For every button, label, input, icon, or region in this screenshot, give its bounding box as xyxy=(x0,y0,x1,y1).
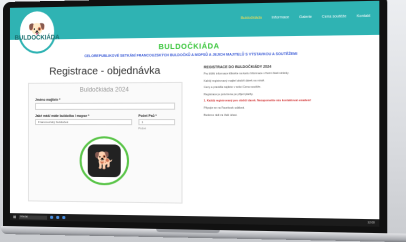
laptop-frame: 🐶 BULDOČKIÁDA Buldočkiáda Informace Gale… xyxy=(1,0,406,242)
breed-select[interactable]: Francouzský buldoček xyxy=(35,119,133,126)
logo-text: BULDOČKIÁDA xyxy=(14,35,60,42)
breed-label: Jaké máš/ máte buldočka / mopse * xyxy=(35,113,90,118)
os-taskbar: ⊞ Hledat 12:00 xyxy=(9,213,380,227)
page-title: Registrace - objednávka xyxy=(49,65,161,78)
registration-form: Buldočkiáda 2024 Jméno majitele * Jaké m… xyxy=(27,81,183,204)
windows-start-icon[interactable]: ⊞ xyxy=(13,214,16,219)
sidebar-paragraph: Registrace je potvrzena po přijetí platb… xyxy=(203,92,254,97)
breed-row: Jaké máš/ máte buldočka / mopse * Franco… xyxy=(35,113,176,131)
taskbar-clock: 12:00 xyxy=(367,221,375,225)
browser-screen: 🐶 BULDOČKIÁDA Buldočkiáda Informace Gale… xyxy=(9,0,380,227)
nav-item-contact[interactable]: Kontakt xyxy=(357,14,371,18)
folder-icon[interactable] xyxy=(56,215,60,219)
nav-item-info[interactable]: Informace xyxy=(272,15,289,19)
sidebar-title: REGISTRACE DO BULDOČKIÁDY 2024 xyxy=(203,64,272,70)
count-input[interactable]: 1 xyxy=(138,119,176,126)
taskbar-search[interactable]: Hledat xyxy=(19,214,48,220)
event-badge: 🐕 xyxy=(79,136,130,186)
info-sidebar: REGISTRACE DO BULDOČKIÁDY 2024 Pro bližš… xyxy=(204,64,324,206)
name-input[interactable] xyxy=(35,102,176,110)
count-label: Počet Psů * xyxy=(138,113,157,118)
registration-column: Registrace - objednávka Buldočkiáda 2024… xyxy=(27,65,183,204)
nav-item-prizes[interactable]: Cena soutěže xyxy=(322,14,347,19)
count-note: Počet xyxy=(138,126,146,131)
bulldog-icon: 🐶 xyxy=(28,20,46,37)
browser-icon[interactable] xyxy=(50,215,54,219)
main-content: Registrace - objednávka Buldočkiáda 2024… xyxy=(10,64,379,207)
form-title: Buldočkiáda 2024 xyxy=(79,87,129,94)
main-nav: Buldočkiáda Informace Galerie Cena soutě… xyxy=(241,14,371,20)
bulldog-badge-icon: 🐕 xyxy=(87,144,121,178)
sidebar-paragraph: Pro bližší informace klikněte na kartu I… xyxy=(203,71,290,76)
laptop-bezel: 🐶 BULDOČKIÁDA Buldočkiáda Informace Gale… xyxy=(3,0,388,236)
site-header: 🐶 BULDOČKIÁDA Buldočkiáda Informace Gale… xyxy=(9,0,380,54)
nav-item-gallery[interactable]: Galerie xyxy=(299,15,312,19)
name-label: Jméno majitele * xyxy=(35,97,61,102)
sidebar-paragraph: Každý registrovaný majitel obdrží dárek … xyxy=(203,78,265,83)
sidebar-paragraph: Ceny a pravidla najdete v sekci Cena sou… xyxy=(203,85,262,90)
mail-icon[interactable] xyxy=(62,216,66,220)
sidebar-highlight: 1. Každý registrovaný pes obdrží darek. … xyxy=(203,99,312,103)
sidebar-footer-line: Připojte se na Facebook události. xyxy=(203,106,245,110)
nav-item-home[interactable]: Buldočkiáda xyxy=(241,16,262,21)
site-logo[interactable]: 🐶 BULDOČKIÁDA xyxy=(15,8,60,54)
sidebar-footer-line: Budeme rádi za Vaši účast. xyxy=(203,113,238,117)
